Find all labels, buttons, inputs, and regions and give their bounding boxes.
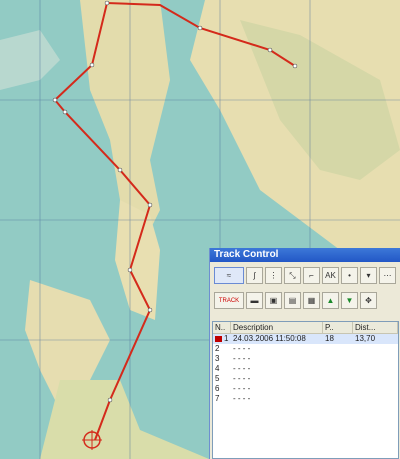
track-color-icon[interactable] — [215, 335, 222, 342]
edit-button[interactable]: ▬ — [246, 292, 263, 309]
points-tool-button[interactable]: ⋯ — [379, 267, 396, 284]
point-tool-button[interactable]: • — [341, 267, 358, 284]
panel-title: Track Control — [210, 248, 400, 262]
table-row[interactable]: 5- - - - — [213, 374, 398, 384]
open-icon[interactable]: ▤ — [284, 292, 301, 309]
move-all-icon[interactable]: ✥ — [360, 292, 377, 309]
table-row[interactable]: 6- - - - — [213, 384, 398, 394]
move-down-icon[interactable]: ▼ — [341, 292, 358, 309]
options-menu-button[interactable]: ▾ — [360, 267, 377, 284]
properties-icon[interactable]: ▦ — [303, 292, 320, 309]
ak-tool-button[interactable]: AK — [322, 267, 339, 284]
track-control-panel[interactable]: Track Control ≈ ∫ ⋮ ⤡ ⌐ AK • ▾ ⋯ TRACK ▬… — [209, 248, 400, 459]
line-tool-button[interactable]: ⋮ — [265, 267, 282, 284]
move-up-icon[interactable]: ▲ — [322, 292, 339, 309]
toolbar-top: ≈ ∫ ⋮ ⤡ ⌐ AK • ▾ ⋯ — [214, 267, 396, 289]
draw-mode-button[interactable]: ≈ — [214, 267, 244, 284]
move-tool-button[interactable]: ⤡ — [284, 267, 301, 284]
split-tool-button[interactable]: ⌐ — [303, 267, 320, 284]
table-row[interactable]: 3- - - - — [213, 354, 398, 364]
curve-tool-button[interactable]: ∫ — [246, 267, 263, 284]
table-row[interactable]: 7- - - - — [213, 394, 398, 404]
table-row[interactable]: 1 24.03.2006 11:50:08 18 13,70 — [213, 334, 398, 344]
save-icon[interactable]: ▣ — [265, 292, 282, 309]
track-table[interactable]: N.. Description P.. Dist... 1 24.03.2006 … — [212, 321, 399, 459]
table-row[interactable]: 2- - - - — [213, 344, 398, 354]
toolbar-bottom: TRACK ▬ ▣ ▤ ▦ ▲ ▼ ✥ — [214, 292, 377, 314]
track-button[interactable]: TRACK — [214, 292, 244, 309]
table-header: N.. Description P.. Dist... — [213, 322, 398, 334]
table-row[interactable]: 4- - - - — [213, 364, 398, 374]
